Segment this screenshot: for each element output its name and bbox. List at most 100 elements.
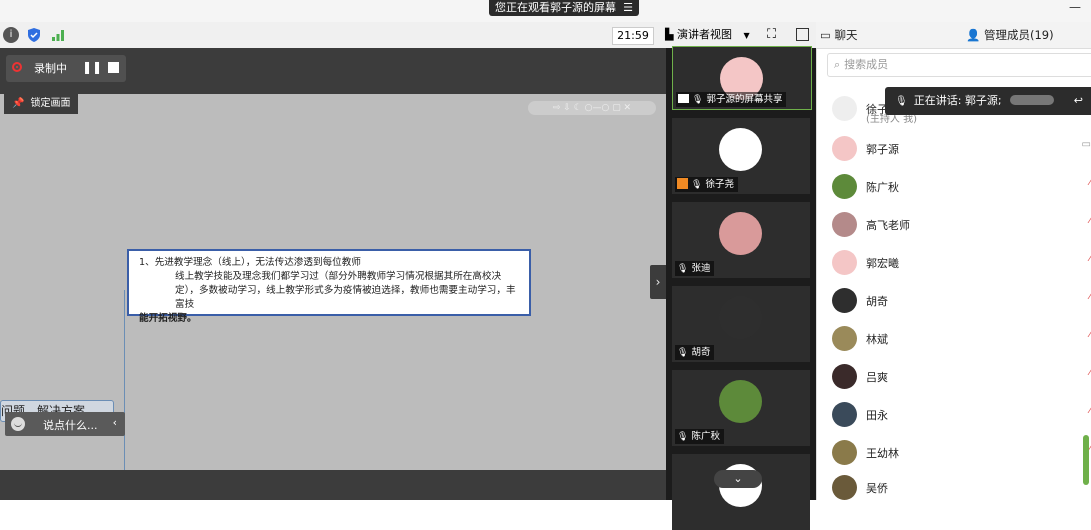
video-tile[interactable]: 🎙 张迪 <box>672 202 810 278</box>
mindmap-node: 1、先进教学理念（线上），无法传达渗透到每位教师 线上教学技能及理念我们都学习过… <box>127 249 531 324</box>
member-name: 王幼林 <box>866 447 899 460</box>
tab-members[interactable]: 👤 管理成员(19) <box>966 22 1054 48</box>
member-row[interactable]: 郭子源 ▭ <box>832 133 1091 163</box>
member-name: 田永 <box>866 409 888 422</box>
mic-muted-icon: 🎙 <box>677 264 689 274</box>
node-line-1: 1、先进教学理念（线上），无法传达渗透到每位教师 <box>139 257 361 268</box>
member-row[interactable]: 胡奇 ⁄ <box>832 285 1091 315</box>
node-line-3: 能开拓视野。 <box>139 313 197 324</box>
member-name: 林斌 <box>866 333 888 346</box>
pause-recording-button[interactable]: ❚❚ <box>82 60 102 74</box>
sidebar-toggle-icon[interactable] <box>796 28 809 41</box>
avatar <box>832 96 857 121</box>
menu-icon[interactable]: ☰ <box>623 0 633 16</box>
mic-icon: 🎙 <box>692 95 704 105</box>
avatar <box>832 288 857 313</box>
recording-label: 录制中 <box>34 62 67 75</box>
tab-chat-label: 聊天 <box>834 28 858 42</box>
search-icon: ⌕ <box>834 58 841 71</box>
video-tag: 🎙 张迪 <box>675 261 715 276</box>
scrollbar[interactable] <box>1083 435 1089 485</box>
view-mode-label: 演讲者视图 <box>676 28 732 41</box>
member-name: 郭宏曦 <box>866 257 899 270</box>
record-icon <box>12 62 22 72</box>
avatar <box>719 212 762 255</box>
video-tile[interactable]: 🎙 胡奇 <box>672 286 810 362</box>
member-row[interactable]: 陈广秋 ⁄ <box>832 171 1091 201</box>
search-placeholder: 搜索成员 <box>844 58 889 71</box>
member-name: 胡奇 <box>866 295 888 308</box>
collapse-strip-button[interactable]: › <box>650 265 666 299</box>
member-row[interactable]: 郭宏曦 ⁄ <box>832 247 1091 277</box>
avatar <box>719 128 762 171</box>
lock-view-label: 锁定画面 <box>30 98 71 109</box>
reply-icon[interactable]: ↩ <box>1074 87 1083 115</box>
video-tile-label: 胡奇 <box>691 347 711 358</box>
chevron-down-icon: ▼ <box>743 31 750 40</box>
mic-muted-icon: 🎙 <box>677 348 689 358</box>
video-tag: 🎙 郭子源的屏幕共享 <box>676 92 787 107</box>
screen-share-icon: ▭ <box>1081 139 1091 150</box>
video-tile-label: 徐子尧 <box>705 179 734 190</box>
meeting-clock: 21:59 <box>612 27 654 45</box>
avatar <box>719 380 762 423</box>
speaking-label: 正在讲话: 郭子源; <box>913 94 1002 107</box>
member-row[interactable]: 王幼林 ⁄ <box>832 437 1091 467</box>
emoji-icon[interactable] <box>11 417 25 431</box>
node-line-2: 线上教学技能及理念我们都学习过（部分外聘教师学习情况根据其所在高校决定），多数被… <box>175 271 516 310</box>
video-tile[interactable] <box>672 454 810 530</box>
shield-icon[interactable] <box>26 27 42 43</box>
video-tile[interactable]: 🎙 郭子源的屏幕共享 <box>672 46 812 110</box>
member-row[interactable]: 吕爽 ⁄ <box>832 361 1091 391</box>
tab-chat[interactable]: ▭ 聊天 <box>820 22 858 48</box>
member-row[interactable]: 高飞老师 ⁄ <box>832 209 1091 239</box>
pin-icon: 📌 <box>12 98 25 109</box>
stage-footer <box>0 470 666 500</box>
chevron-left-icon[interactable]: ‹ <box>113 416 117 429</box>
chat-input[interactable]: 说点什么... ‹ <box>5 412 125 436</box>
member-name: 郭子源 <box>866 143 899 156</box>
avatar <box>832 440 857 465</box>
member-row[interactable]: 林斌 ⁄ <box>832 323 1091 353</box>
avatar <box>832 212 857 237</box>
layout-icon: ▙ <box>665 28 674 41</box>
member-row[interactable]: 田永 ⁄ <box>832 399 1091 429</box>
avatar <box>832 250 857 275</box>
chat-placeholder: 说点什么... <box>43 419 98 432</box>
member-search-input[interactable]: ⌕ 搜索成员 <box>827 53 1091 77</box>
blurred-name <box>1009 95 1054 105</box>
presentation-tools[interactable]: ⇨ ⇩ ☾ ○—○ ▢ ✕ <box>528 101 656 115</box>
info-icon[interactable]: i <box>3 27 19 43</box>
member-name: 吕爽 <box>866 371 888 384</box>
mic-icon: 🎙 <box>895 96 908 107</box>
video-tile-label: 郭子源的屏幕共享 <box>706 94 783 105</box>
video-tag: 🎙 陈广秋 <box>675 429 724 444</box>
signal-icon[interactable] <box>50 27 66 43</box>
member-name: 吴侨 <box>866 482 888 495</box>
view-mode-select[interactable]: ▙ 演讲者视图 ▼ <box>665 27 750 43</box>
user-icon: 👤 <box>966 28 981 42</box>
video-tag: 🎙 胡奇 <box>675 345 715 360</box>
screen-share-banner[interactable]: 您正在观看郭子源的屏幕 ☰ <box>489 0 639 16</box>
avatar <box>832 174 857 199</box>
video-tile-label: 陈广秋 <box>691 431 720 442</box>
recording-controls: 录制中 ❚❚ <box>6 55 126 82</box>
video-tag: 🎙 徐子尧 <box>675 177 738 192</box>
banner-text: 您正在观看郭子源的屏幕 <box>495 1 616 14</box>
video-tile[interactable]: 🎙 陈广秋 <box>672 370 810 446</box>
avatar <box>832 326 857 351</box>
fullscreen-icon[interactable]: ⛶ <box>767 27 776 42</box>
screen-share-icon <box>678 94 689 103</box>
mic-muted-icon: 🎙 <box>691 180 703 190</box>
minimize-button[interactable]: — <box>1069 0 1081 14</box>
chevron-down-icon[interactable]: ⌄ <box>714 470 762 488</box>
chat-icon: ▭ <box>820 28 831 42</box>
stop-recording-button[interactable] <box>108 62 119 73</box>
member-row[interactable]: 吴侨 <box>832 472 1091 502</box>
member-name: 高飞老师 <box>866 219 910 232</box>
mic-muted-icon: 🎙 <box>677 432 689 442</box>
tab-members-label: 管理成员(19) <box>983 28 1054 42</box>
member-name: 陈广秋 <box>866 181 899 194</box>
lock-view-button[interactable]: 📌 锁定画面 <box>4 94 78 114</box>
video-tile[interactable]: 🎙 徐子尧 <box>672 118 810 194</box>
